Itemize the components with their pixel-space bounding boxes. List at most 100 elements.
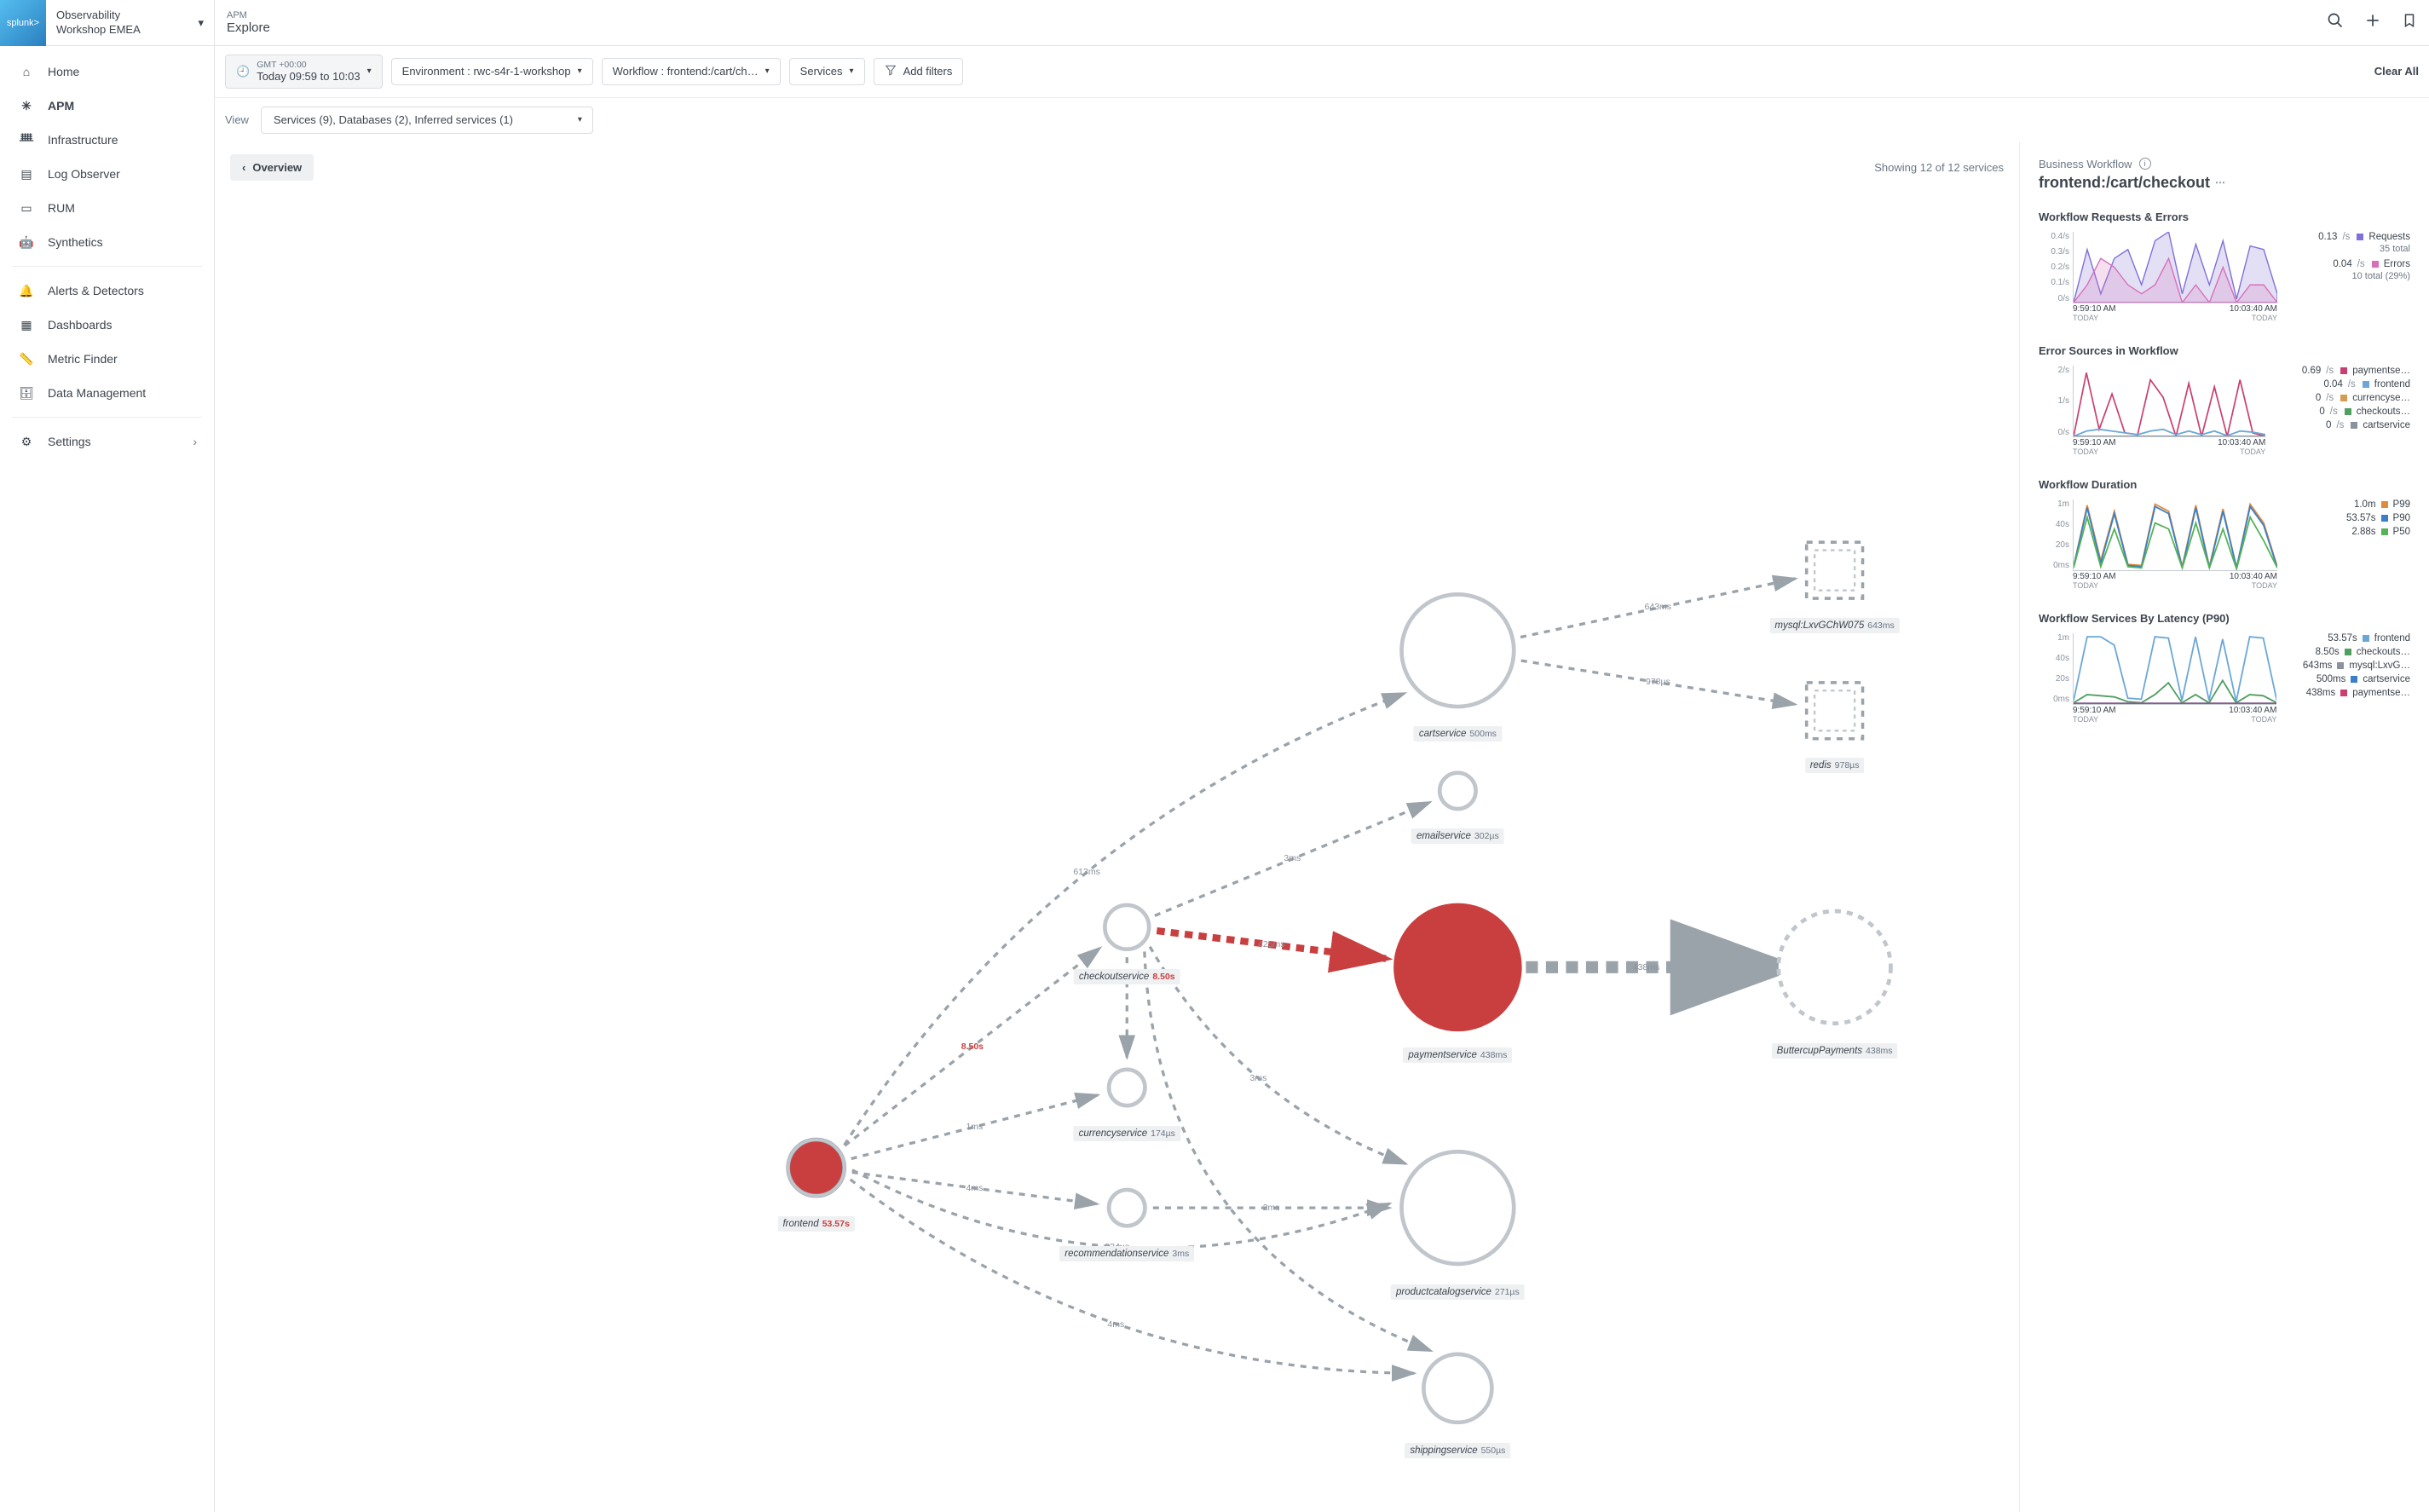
legend-item[interactable]: 0.69/spaymentse… <box>2274 366 2410 376</box>
workflow-filter[interactable]: Workflow : frontend:/cart/ch… ▾ <box>602 58 781 85</box>
nav-item-home[interactable]: ⌂Home <box>0 55 214 89</box>
chevron-down-icon: ▾ <box>850 66 854 76</box>
clock-icon: 🕘 <box>236 65 250 78</box>
legend-item[interactable]: 438mspaymentse… <box>2285 688 2410 698</box>
node-label-shipping: shippingservice550µs <box>1405 1443 1510 1458</box>
legend-item[interactable]: 0.13/sRequests <box>2286 232 2410 242</box>
chart-canvas[interactable]: 0.4/s0.3/s0.2/s0.1/s0/s 9:59:10 AMTODAY … <box>2039 232 2277 322</box>
edge-latency-label: 3ms <box>1250 1073 1267 1083</box>
nav-item-label: Synthetics <box>48 235 103 249</box>
info-icon[interactable]: i <box>2139 158 2151 170</box>
view-select[interactable]: Services (9), Databases (2), Inferred se… <box>261 107 593 134</box>
edge-latency-label: 1ms <box>966 1122 983 1132</box>
more-icon[interactable]: ⋯ <box>2215 176 2225 188</box>
legend-item[interactable]: 1.0mP99 <box>2286 499 2410 510</box>
node-cart[interactable] <box>1402 594 1515 707</box>
legend-item[interactable]: 0/scurrencyse… <box>2274 393 2410 403</box>
nav-item-metric[interactable]: 📏Metric Finder <box>0 342 214 376</box>
x-axis: 9:59:10 AMTODAY 10:03:40 AMTODAY <box>2073 572 2277 590</box>
nav-item-synth[interactable]: 🤖Synthetics <box>0 225 214 259</box>
chart-canvas[interactable]: 2/s1/s0/s 9:59:10 AMTODAY 10:03:40 AMTOD… <box>2039 366 2265 456</box>
chart-canvas[interactable]: 1m40s20s0ms 9:59:10 AMTODAY 10:03:40 AMT… <box>2039 633 2276 724</box>
nav-item-alerts[interactable]: 🔔Alerts & Detectors <box>0 274 214 308</box>
edge-checkout-productcat[interactable] <box>1150 946 1405 1163</box>
overview-button[interactable]: ‹ Overview <box>230 154 314 181</box>
org-line2: Workshop EMEA <box>56 23 141 37</box>
y-axis: 1m40s20s0ms <box>2039 633 2069 705</box>
nav-item-rum[interactable]: ▭RUM <box>0 191 214 225</box>
node-label-redis: redis978µs <box>1805 758 1865 773</box>
nav-item-log[interactable]: ▤Log Observer <box>0 157 214 191</box>
nav-item-dash[interactable]: ▦Dashboards <box>0 308 214 342</box>
legend-item[interactable]: 0/scheckouts… <box>2274 407 2410 417</box>
plus-icon[interactable] <box>2364 12 2381 34</box>
environment-filter[interactable]: Environment : rwc-s4r-1-workshop ▾ <box>391 58 593 85</box>
service-map[interactable]: 8.50s613ms1ms4ms934µs4ms3ms425ms3ms643ms… <box>215 184 2019 1512</box>
nav-item-datamgmt[interactable]: 🗄Data Management <box>0 376 214 410</box>
legend-item[interactable]: 53.57sP90 <box>2286 513 2410 523</box>
x-axis: 9:59:10 AMTODAY 10:03:40 AMTODAY <box>2073 304 2277 322</box>
chart-legend: 0.13/sRequests35 total0.04/sErrors10 tot… <box>2286 232 2410 322</box>
services-filter[interactable]: Services ▾ <box>789 58 865 85</box>
node-payment[interactable] <box>1398 907 1518 1027</box>
chart-legend: 53.57sfrontend 8.50scheckouts… 643msmysql:… <box>2285 633 2410 724</box>
chart-canvas[interactable]: 1m40s20s0ms 9:59:10 AMTODAY 10:03:40 AMT… <box>2039 499 2277 590</box>
dash-icon: ▦ <box>17 318 36 332</box>
node-label-bcup: ButtercupPayments438ms <box>1772 1043 1898 1059</box>
nav-item-apm[interactable]: ✳APM <box>0 89 214 123</box>
add-filters-button[interactable]: Add filters <box>874 58 964 85</box>
nav-settings[interactable]: ⚙ Settings › <box>0 424 214 459</box>
node-shipping[interactable] <box>1423 1353 1491 1422</box>
edge-latency-label: 2ms <box>1263 1203 1280 1213</box>
legend-item[interactable]: 0.04/sfrontend <box>2274 379 2410 390</box>
main-area: 🕘 GMT +00:00 Today 09:59 to 10:03 ▾ Envi… <box>215 46 2429 1512</box>
legend-item[interactable]: 0.04/sErrors <box>2286 259 2410 269</box>
chart-title: Workflow Duration <box>2039 478 2410 491</box>
time-range: Today 09:59 to 10:03 <box>257 70 360 83</box>
node-currency[interactable] <box>1109 1069 1145 1105</box>
view-select-value: Services (9), Databases (2), Inferred se… <box>274 113 513 126</box>
legend-item[interactable]: 2.88sP50 <box>2286 527 2410 537</box>
splunk-logo[interactable]: splunk> <box>0 0 46 46</box>
view-label: View <box>225 113 249 126</box>
y-axis: 1m40s20s0ms <box>2039 499 2069 571</box>
log-icon: ▤ <box>17 167 36 182</box>
environment-label: Environment : rwc-s4r-1-workshop <box>402 65 571 78</box>
business-workflow-label: Business Workflow i <box>2039 158 2410 170</box>
chevron-right-icon: › <box>193 435 197 448</box>
legend-item[interactable]: 500mscartservice <box>2285 674 2410 684</box>
top-header: splunk> Observability Workshop EMEA ▾ AP… <box>0 0 2429 46</box>
bookmark-icon[interactable] <box>2402 12 2417 34</box>
org-picker[interactable]: Observability Workshop EMEA ▾ <box>46 0 215 45</box>
services-label: Services <box>800 65 843 78</box>
overview-label: Overview <box>252 161 302 174</box>
chart-legend: 0.69/spaymentse… 0.04/sfrontend 0/scurrenc… <box>2274 366 2410 456</box>
node-recommend[interactable] <box>1109 1189 1145 1225</box>
chart-lat: Workflow Services By Latency (P90) 1m40s… <box>2039 612 2410 724</box>
nav-divider <box>12 417 202 418</box>
legend-item[interactable]: 0/scartservice <box>2274 420 2410 430</box>
search-icon[interactable] <box>2327 12 2344 34</box>
legend-item[interactable]: 53.57sfrontend <box>2285 633 2410 643</box>
node-label-productcat: productcatalogservice271µs <box>1391 1284 1525 1300</box>
edge-latency-label: 3ms <box>1284 853 1301 863</box>
edge-latency-label: 438ms <box>1633 962 1660 972</box>
node-email[interactable] <box>1440 772 1475 808</box>
nav-item-label: Infrastructure <box>48 133 118 147</box>
node-checkout[interactable] <box>1105 904 1149 949</box>
breadcrumb: APM Explore <box>227 10 270 35</box>
gear-icon: ⚙ <box>17 435 36 449</box>
timerange-picker[interactable]: 🕘 GMT +00:00 Today 09:59 to 10:03 ▾ <box>225 55 383 89</box>
nav-item-label: Data Management <box>48 386 146 400</box>
add-filters-label: Add filters <box>903 65 953 78</box>
legend-item[interactable]: 643msmysql:LxvG… <box>2285 661 2410 671</box>
node-label-email: emailservice302µs <box>1411 828 1504 844</box>
edge-checkout-shipping[interactable] <box>1145 951 1431 1350</box>
nav-item-label: Metric Finder <box>48 352 118 366</box>
node-bcup[interactable] <box>1779 911 1891 1024</box>
y-axis: 2/s1/s0/s <box>2039 366 2069 437</box>
legend-item[interactable]: 8.50scheckouts… <box>2285 647 2410 657</box>
nav-item-infra[interactable]: ᚙInfrastructure <box>0 123 214 157</box>
node-productcat[interactable] <box>1402 1151 1515 1264</box>
clear-all-button[interactable]: Clear All <box>2374 65 2419 78</box>
